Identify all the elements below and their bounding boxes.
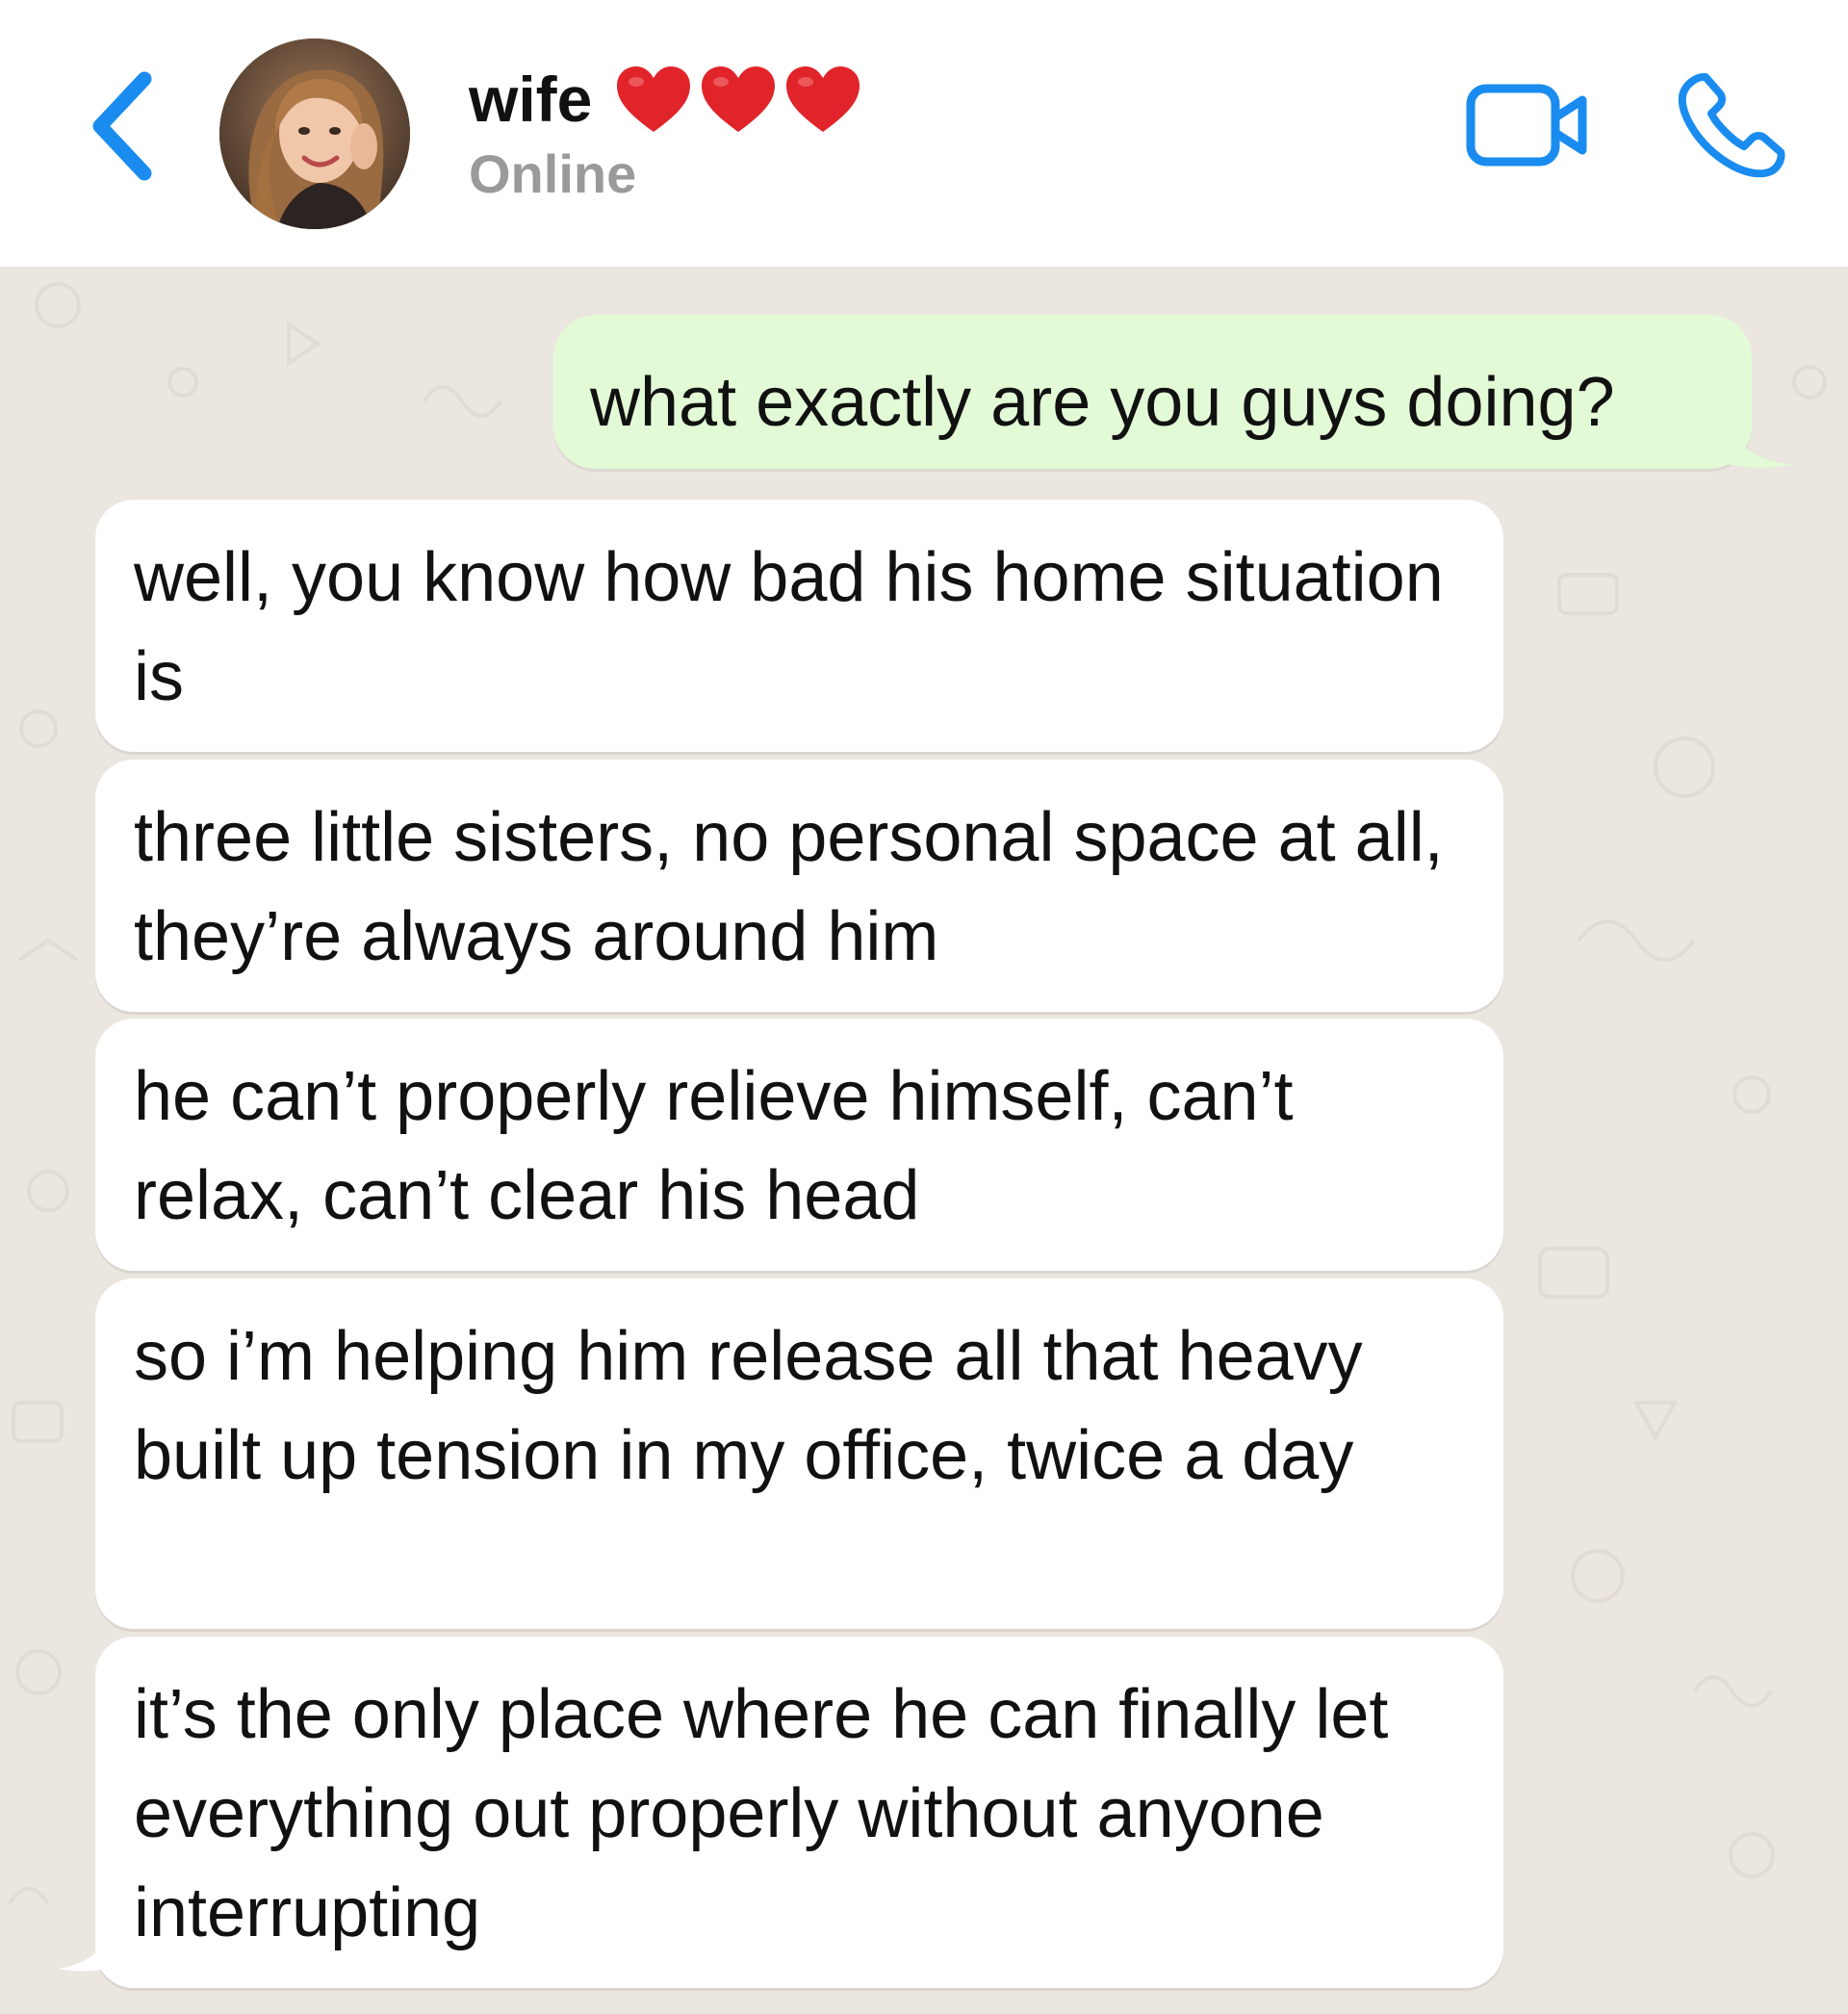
video-camera-icon	[1466, 84, 1587, 167]
hearts-row	[613, 63, 863, 136]
incoming-message[interactable]: well, you know how bad his home situatio…	[95, 500, 1503, 752]
contact-name-row[interactable]: wife	[469, 56, 863, 142]
incoming-bubble-tail	[58, 1924, 116, 1972]
incoming-message[interactable]: so i’m helping him release all that heav…	[95, 1278, 1503, 1629]
heart-icon	[786, 66, 860, 132]
heart-icon	[702, 66, 776, 132]
chevron-left-icon	[92, 71, 152, 181]
contact-photo	[219, 39, 410, 229]
avatar[interactable]	[219, 39, 410, 229]
back-button[interactable]	[81, 64, 167, 189]
message-text: well, you know how bad his home situatio…	[134, 539, 1444, 715]
outgoing-bubble-tail	[1723, 421, 1792, 468]
phone-icon	[1678, 73, 1785, 178]
contact-name: wife	[469, 64, 593, 135]
incoming-message[interactable]: he can’t properly relieve himself, can’t…	[95, 1019, 1503, 1271]
message-text: it’s the only place where he can finally…	[134, 1676, 1389, 1951]
outgoing-message[interactable]: what exactly are you guys doing?	[553, 315, 1752, 469]
chat-header: wife Online	[0, 0, 1848, 267]
voice-call-button[interactable]	[1675, 69, 1786, 181]
video-call-button[interactable]	[1465, 79, 1590, 171]
message-text: what exactly are you guys doing?	[590, 364, 1615, 441]
heart-icon	[617, 66, 691, 132]
presence-status: Online	[469, 143, 637, 204]
message-text: three little sisters, no personal space …	[134, 799, 1444, 975]
incoming-message[interactable]: it’s the only place where he can finally…	[95, 1637, 1503, 1988]
message-text: he can’t properly relieve himself, can’t…	[134, 1058, 1294, 1234]
chat-screen: wife Online what exactly are you guys do…	[0, 0, 1848, 2014]
incoming-message[interactable]: three little sisters, no personal space …	[95, 760, 1503, 1012]
message-text: so i’m helping him release all that heav…	[134, 1318, 1363, 1494]
message-list[interactable]: what exactly are you guys doing? well, y…	[0, 267, 1848, 2014]
